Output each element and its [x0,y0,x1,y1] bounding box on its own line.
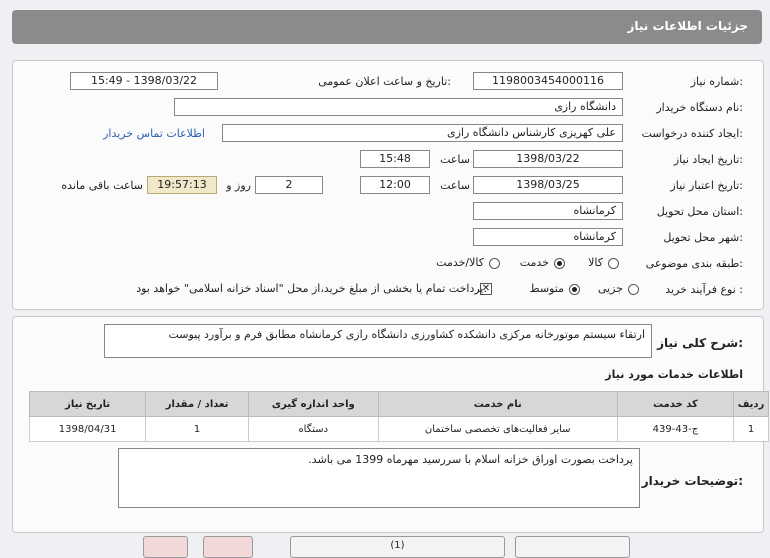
province-field: کرمانشاه [473,202,623,220]
need-number-field: 1198003454000116 [473,72,623,90]
table-row: 1 ج-43-439 سایر فعالیت‌های تخصصی ساختمان… [28,416,769,442]
footer-button-attachments[interactable]: (1) [290,536,505,558]
buyer-org-field: دانشگاه رازی [174,98,623,116]
process-radio-minor[interactable] [628,284,639,295]
service-name-cell: سایر فعالیت‌های تخصصی ساختمان [377,416,618,442]
created-date-label: تاریخ ایجاد نیاز: [673,153,743,166]
col-quantity: تعداد / مقدار [145,391,249,417]
remaining-time-field: 19:57:13 [147,176,217,194]
services-table: ردیف کد خدمت نام خدمت واحد اندازه گیری ت… [28,391,769,442]
process-option-minor: جزیی [597,282,623,295]
announce-datetime-field: 1398/03/22 - 15:49 [70,72,218,90]
category-option-service: خدمت [519,256,549,269]
buyer-org-label: نام دستگاه خریدار: [656,101,743,114]
category-radio-goods[interactable] [608,258,619,269]
validity-date-field: 1398/03/25 [473,176,623,194]
remaining-days-field: 2 [255,176,323,194]
footer-button-1[interactable] [515,536,630,558]
remaining-time-label: ساعت باقی مانده [61,179,143,192]
col-service-name: نام خدمت [377,391,618,417]
process-option-medium: متوسط [529,282,564,295]
quantity-cell: 1 [145,416,249,442]
col-service-code: کد خدمت [616,391,735,417]
province-label: استان محل تحویل: [656,205,743,218]
creator-label: ایجاد کننده درخواست: [641,127,743,140]
service-code-cell: ج-43-439 [616,416,735,442]
col-unit: واحد اندازه گیری [247,391,379,417]
category-option-goods: کالا [588,256,603,269]
announce-datetime-label: تاریخ و ساعت اعلان عمومی: [318,75,451,88]
created-date-field: 1398/03/22 [473,150,623,168]
need-number-label: شماره نیاز: [690,75,743,88]
buyer-notes-label: توضیحات خریدار: [641,474,743,488]
treasury-payment-note: پرداخت تمام یا بخشی از مبلغ خرید،از محل … [136,282,487,295]
creator-field: علی کهریزی کارشناس دانشگاه رازی [222,124,623,142]
validity-time-label: ساعت [440,179,470,192]
summary-text: ارتقاء سیستم موتورخانه مرکزی دانشکده کشا… [104,324,652,358]
buyer-contact-link[interactable]: اطلاعات تماس خریدار [103,127,205,140]
need-date-cell: 1398/04/31 [28,416,147,442]
process-type-label: نوع فرآیند خرید : [665,283,743,296]
unit-cell: دستگاه [247,416,379,442]
col-need-date: تاریخ نیاز [28,391,147,417]
summary-label: شرح کلی نیاز: [657,336,743,350]
services-header-row: ردیف کد خدمت نام خدمت واحد اندازه گیری ت… [28,391,769,417]
remaining-days-label: روز و [226,179,251,192]
row-number-cell: 1 [733,416,769,442]
validity-time-field: 12:00 [360,176,430,194]
process-radio-medium[interactable] [569,284,580,295]
category-radio-service[interactable] [554,258,565,269]
buyer-notes-text: پرداخت بصورت اوراق خزانه اسلام با سررسید… [118,448,640,508]
col-row-number: ردیف [733,391,769,417]
validity-date-label: تاریخ اعتبار نیاز: [670,179,743,192]
footer-button-4[interactable] [143,536,188,558]
city-label: شهر محل تحویل: [663,231,743,244]
city-field: کرمانشاه [473,228,623,246]
created-time-label: ساعت [440,153,470,166]
category-option-goods-service: کالا/خدمت [436,256,484,269]
created-time-field: 15:48 [360,150,430,168]
page-header: جزئیات اطلاعات نیاز [12,10,762,44]
page-title: جزئیات اطلاعات نیاز [627,19,748,33]
footer-button-3[interactable] [203,536,253,558]
category-label: طبقه بندی موضوعی: [645,257,743,270]
category-radio-goods-service[interactable] [489,258,500,269]
services-title: اطلاعات خدمات مورد نیاز [605,368,743,381]
